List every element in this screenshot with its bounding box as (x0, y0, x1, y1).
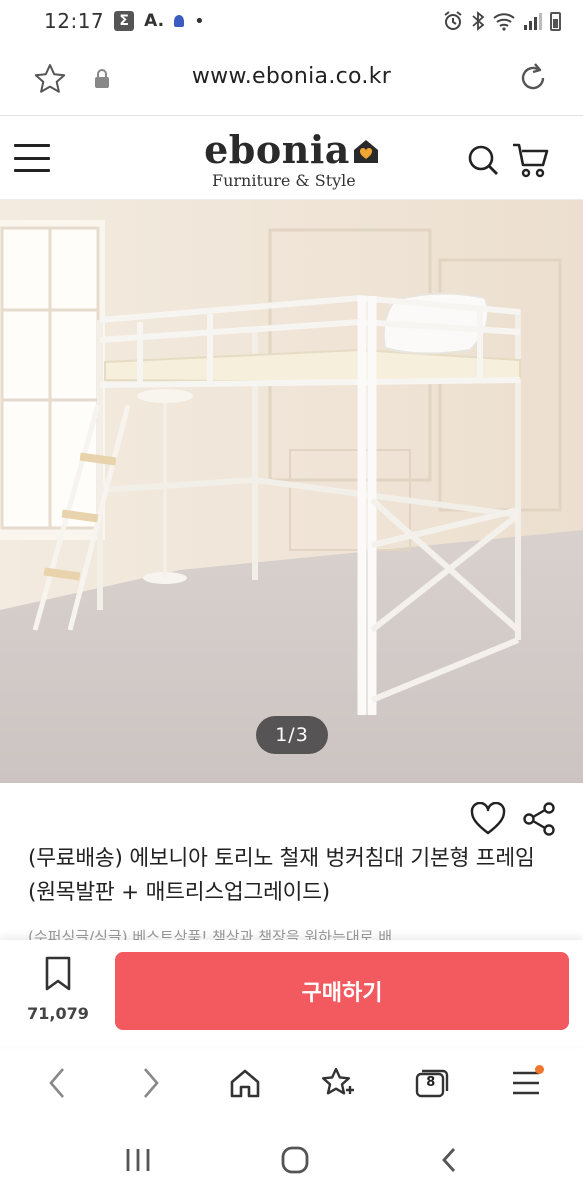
cart-icon[interactable] (511, 140, 551, 180)
browser-toolbar: 8 (0, 1046, 583, 1120)
product-title: (무료배송) 에보니아 토리노 철재 벙커침대 기본형 프레임 (원목발판 + … (28, 846, 535, 905)
tab-count: 8 (426, 1075, 436, 1090)
reload-icon[interactable] (516, 61, 550, 95)
product-photo-loft-bed (0, 200, 583, 783)
share-icon[interactable] (521, 801, 557, 837)
tabs-button[interactable]: 8 (402, 1053, 462, 1113)
home-icon (230, 1069, 259, 1098)
back-arrow-icon (49, 1068, 64, 1098)
product-subtitle: (수퍼싱글/싱글) 베스트상품! 책상과 책장을 원하는대로 배 (28, 928, 393, 941)
back-button[interactable] (27, 1053, 87, 1113)
sigma-app-icon: Σ (114, 11, 135, 31)
site-header: ebonia Furniture & Style (0, 116, 583, 200)
browser-menu-button[interactable] (496, 1053, 556, 1113)
notification-app-icon (174, 15, 185, 27)
buy-button[interactable]: 구매하기 (115, 952, 569, 1030)
bluetooth-icon (472, 11, 485, 31)
image-counter-badge: 1/3 (256, 716, 328, 754)
system-back-icon[interactable] (439, 1146, 459, 1174)
logo-wordmark: ebonia (204, 127, 350, 172)
bookmark-icon (45, 956, 71, 991)
more-notifications-icon: • (194, 10, 205, 32)
search-icon[interactable] (466, 143, 500, 177)
home-button[interactable] (215, 1053, 275, 1113)
url-text[interactable]: www.ebonia.co.kr (0, 64, 583, 89)
bookmark-add-button[interactable] (308, 1053, 368, 1113)
bookmark-count: 71,079 (27, 1004, 89, 1023)
menu-lines-icon (513, 1071, 540, 1095)
status-time: 12:17 (44, 9, 105, 33)
status-bar: 12:17 Σ A. • (0, 0, 583, 42)
logo-tagline: Furniture & Style (212, 171, 356, 190)
product-image-carousel[interactable]: 1/3 (0, 200, 583, 783)
purchase-bar: 71,079 구매하기 (0, 940, 583, 1046)
star-add-icon (322, 1067, 355, 1095)
site-logo[interactable]: ebonia Furniture & Style (192, 130, 392, 190)
notification-dot (535, 1065, 545, 1074)
a-app-icon: A. (144, 11, 165, 31)
logo-house-icon (353, 140, 378, 163)
bookmark-button[interactable]: 71,079 (26, 956, 90, 1023)
product-actions (0, 800, 583, 840)
recent-apps-icon[interactable] (124, 1147, 152, 1173)
battery-icon (550, 11, 561, 31)
forward-button[interactable] (121, 1053, 181, 1113)
wishlist-heart-icon[interactable] (470, 802, 506, 836)
home-circle-icon[interactable] (280, 1145, 310, 1175)
signal-icon (524, 13, 542, 30)
forward-arrow-icon (143, 1068, 159, 1098)
browser-url-bar: www.ebonia.co.kr (0, 42, 583, 116)
menu-icon[interactable] (14, 144, 50, 172)
android-navigation-bar (0, 1120, 583, 1200)
wifi-icon (493, 13, 515, 31)
alarm-icon (444, 11, 462, 30)
